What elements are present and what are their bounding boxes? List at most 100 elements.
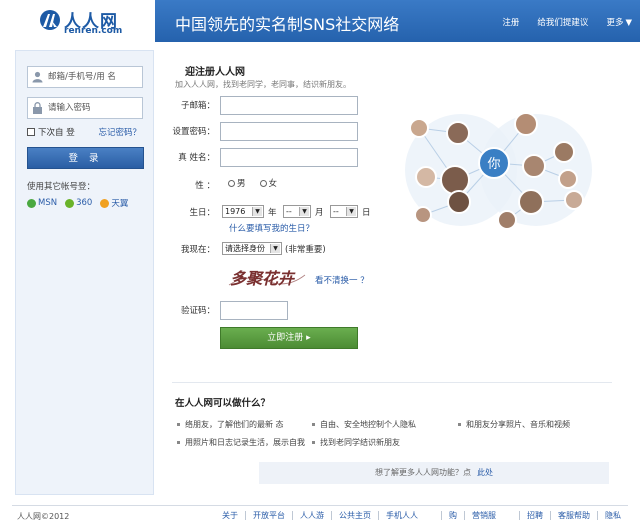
register-title: 迎注册人人网 [185, 67, 245, 78]
feature-item: 自由、安全地控制个人隐私 [312, 419, 416, 430]
login-button[interactable]: 登 录 [27, 147, 144, 169]
footer-link-open-platform[interactable]: 开放平台 [245, 511, 292, 520]
password-label: 设置密码： [172, 127, 215, 137]
gender-male-radio[interactable]: 男 [228, 177, 246, 189]
feature-text: 用照片和日志记录生活，展示自我 [185, 438, 305, 447]
captcha-field[interactable] [220, 301, 288, 320]
360-label: 360 [76, 198, 93, 208]
bullet-icon [177, 423, 180, 426]
footer-link-mobile[interactable]: 手机人人 [378, 511, 425, 520]
chevron-right-icon: ▸ [306, 333, 311, 343]
name-label: 真 姓名： [178, 153, 215, 163]
birth-year-select[interactable]: 1976 ▼ [222, 205, 264, 218]
bullet-icon [177, 441, 180, 444]
birth-day-select[interactable]: -- ▼ [330, 205, 358, 218]
feature-text: 络朋友，了解他们的最新 态 [185, 420, 284, 429]
real-name-field[interactable] [220, 148, 358, 167]
remember-me-label: 下次自 登 [38, 128, 75, 138]
day-unit: 日 [362, 208, 371, 218]
birthday-label: 生日： [189, 208, 215, 218]
nav-register-link[interactable]: 注册 [502, 16, 519, 28]
footer-link-shop[interactable]: 购 [441, 511, 464, 520]
features-title: 在人人网可以做什么？ [175, 398, 271, 409]
bullet-icon [312, 441, 315, 444]
month-unit: 月 [315, 208, 324, 218]
footer-link-public-pages[interactable]: 公共主页 [331, 511, 378, 520]
account-placeholder: 邮箱/手机号/用 名 [48, 72, 116, 82]
register-subtitle: 加入人人网，找到老同学，老同事，结识新朋友。 [175, 80, 351, 89]
other-accounts-list: MSN 360 天翼 [27, 197, 128, 209]
logo[interactable]: 人人网 renren.com [0, 0, 155, 42]
tianyi-label: 天翼 [111, 199, 129, 209]
footer-divider [12, 505, 628, 506]
gender-label: 性 ： [195, 181, 215, 191]
birth-month-select[interactable]: -- ▼ [283, 205, 311, 218]
logo-subtext: renren.com [64, 26, 123, 36]
status-note: (非常重要) [285, 245, 326, 255]
account-input[interactable]: 邮箱/手机号/用 名 [27, 66, 143, 88]
login-360-link[interactable]: 360 [65, 198, 92, 208]
gender-female-radio[interactable]: 女 [259, 177, 278, 189]
login-msn-link[interactable]: MSN [27, 198, 57, 208]
register-submit-button[interactable]: 立即注册 ▸ [220, 327, 358, 349]
password-placeholder: 请输入密码 [48, 103, 91, 113]
footer-link-about[interactable]: 关于 [222, 511, 245, 520]
lock-icon [33, 102, 42, 114]
status-label: 我现在： [180, 245, 215, 255]
nav-more-menu[interactable]: 更多 ▼ [606, 16, 632, 28]
remember-me-checkbox[interactable]: 下次自 登 [27, 126, 75, 138]
copyright: 人人网©2012 [17, 512, 70, 521]
learn-more-link[interactable]: 此处 [477, 468, 493, 477]
other-accounts-title: 使用其它帐号登： [27, 182, 96, 192]
msn-label: MSN [38, 198, 58, 208]
gender-male-label: 男 [237, 179, 246, 189]
nav-more-label: 更多 [606, 18, 624, 28]
email-label: 子邮箱： [180, 101, 215, 111]
feature-item: 和朋友分享照片、音乐和视频 [458, 419, 570, 430]
feature-item: 络朋友，了解他们的最新 态 [177, 419, 284, 430]
why-birthday-link[interactable]: 什么要填写我的生日？ [229, 222, 314, 234]
status-select[interactable]: 请选择身份 ▼ [222, 242, 282, 255]
learn-more-text: 想了解更多人人网功能？点 [375, 468, 471, 477]
birth-month-value: -- [286, 207, 292, 216]
footer-link-jobs[interactable]: 招聘 [519, 511, 550, 520]
forgot-password-link[interactable]: 忘记密码？ [98, 126, 141, 138]
gender-female-label: 女 [268, 179, 278, 189]
set-password-field[interactable] [220, 122, 358, 141]
login-tianyi-link[interactable]: 天翼 [100, 197, 128, 209]
login-panel: 邮箱/手机号/用 名 请输入密码 下次自 登 忘记密码？ 登 录 使用其它帐号登… [15, 50, 154, 495]
gender-options: 男 女 [228, 177, 277, 189]
user-icon [32, 71, 43, 83]
bullet-icon [312, 423, 315, 426]
chevron-down-icon: ▼ [346, 207, 356, 216]
radio-circle [259, 179, 267, 187]
code-label: 验证码： [180, 306, 215, 316]
chevron-down-icon: ▼ [625, 18, 632, 28]
register-submit-label: 立即注册 [267, 333, 304, 343]
checkbox-box [27, 128, 35, 136]
status-select-value: 请选择身份 [225, 244, 265, 253]
tianyi-icon [100, 198, 110, 208]
footer-links: 关于 开放平台 人人游 公共主页 手机人人 购 营销服 招聘 客服帮助 隐私 [222, 511, 628, 520]
slogan: 中国领先的实名制SNS社交网络 [175, 15, 400, 34]
footer-link-help[interactable]: 客服帮助 [550, 511, 597, 520]
msn-icon [27, 198, 36, 208]
footer-link-marketing[interactable]: 营销服 [464, 511, 503, 520]
footer-link-games[interactable]: 人人游 [292, 511, 331, 520]
radio-circle [228, 179, 235, 187]
feature-text: 自由、安全地控制个人隐私 [320, 420, 416, 429]
email-field[interactable] [220, 96, 358, 115]
renren-logo-icon [40, 10, 60, 30]
360-icon [65, 198, 75, 208]
chevron-down-icon: ▼ [270, 244, 280, 253]
footer-link-privacy[interactable]: 隐私 [597, 511, 628, 520]
password-input[interactable]: 请输入密码 [27, 97, 143, 119]
nav-feedback-link[interactable]: 给我们提建议 [537, 16, 588, 28]
learn-more-bar: 想了解更多人人网功能？点 此处 [259, 462, 609, 484]
bullet-icon [458, 423, 461, 426]
captcha-text: 多聚花卉 [230, 269, 296, 288]
feature-text: 和朋友分享照片、音乐和视频 [466, 420, 570, 429]
feature-text: 找到老同学结识新朋友 [320, 438, 400, 447]
feature-item: 找到老同学结识新朋友 [312, 437, 400, 448]
captcha-refresh-link[interactable]: 看不清换一 ？ [315, 274, 369, 286]
